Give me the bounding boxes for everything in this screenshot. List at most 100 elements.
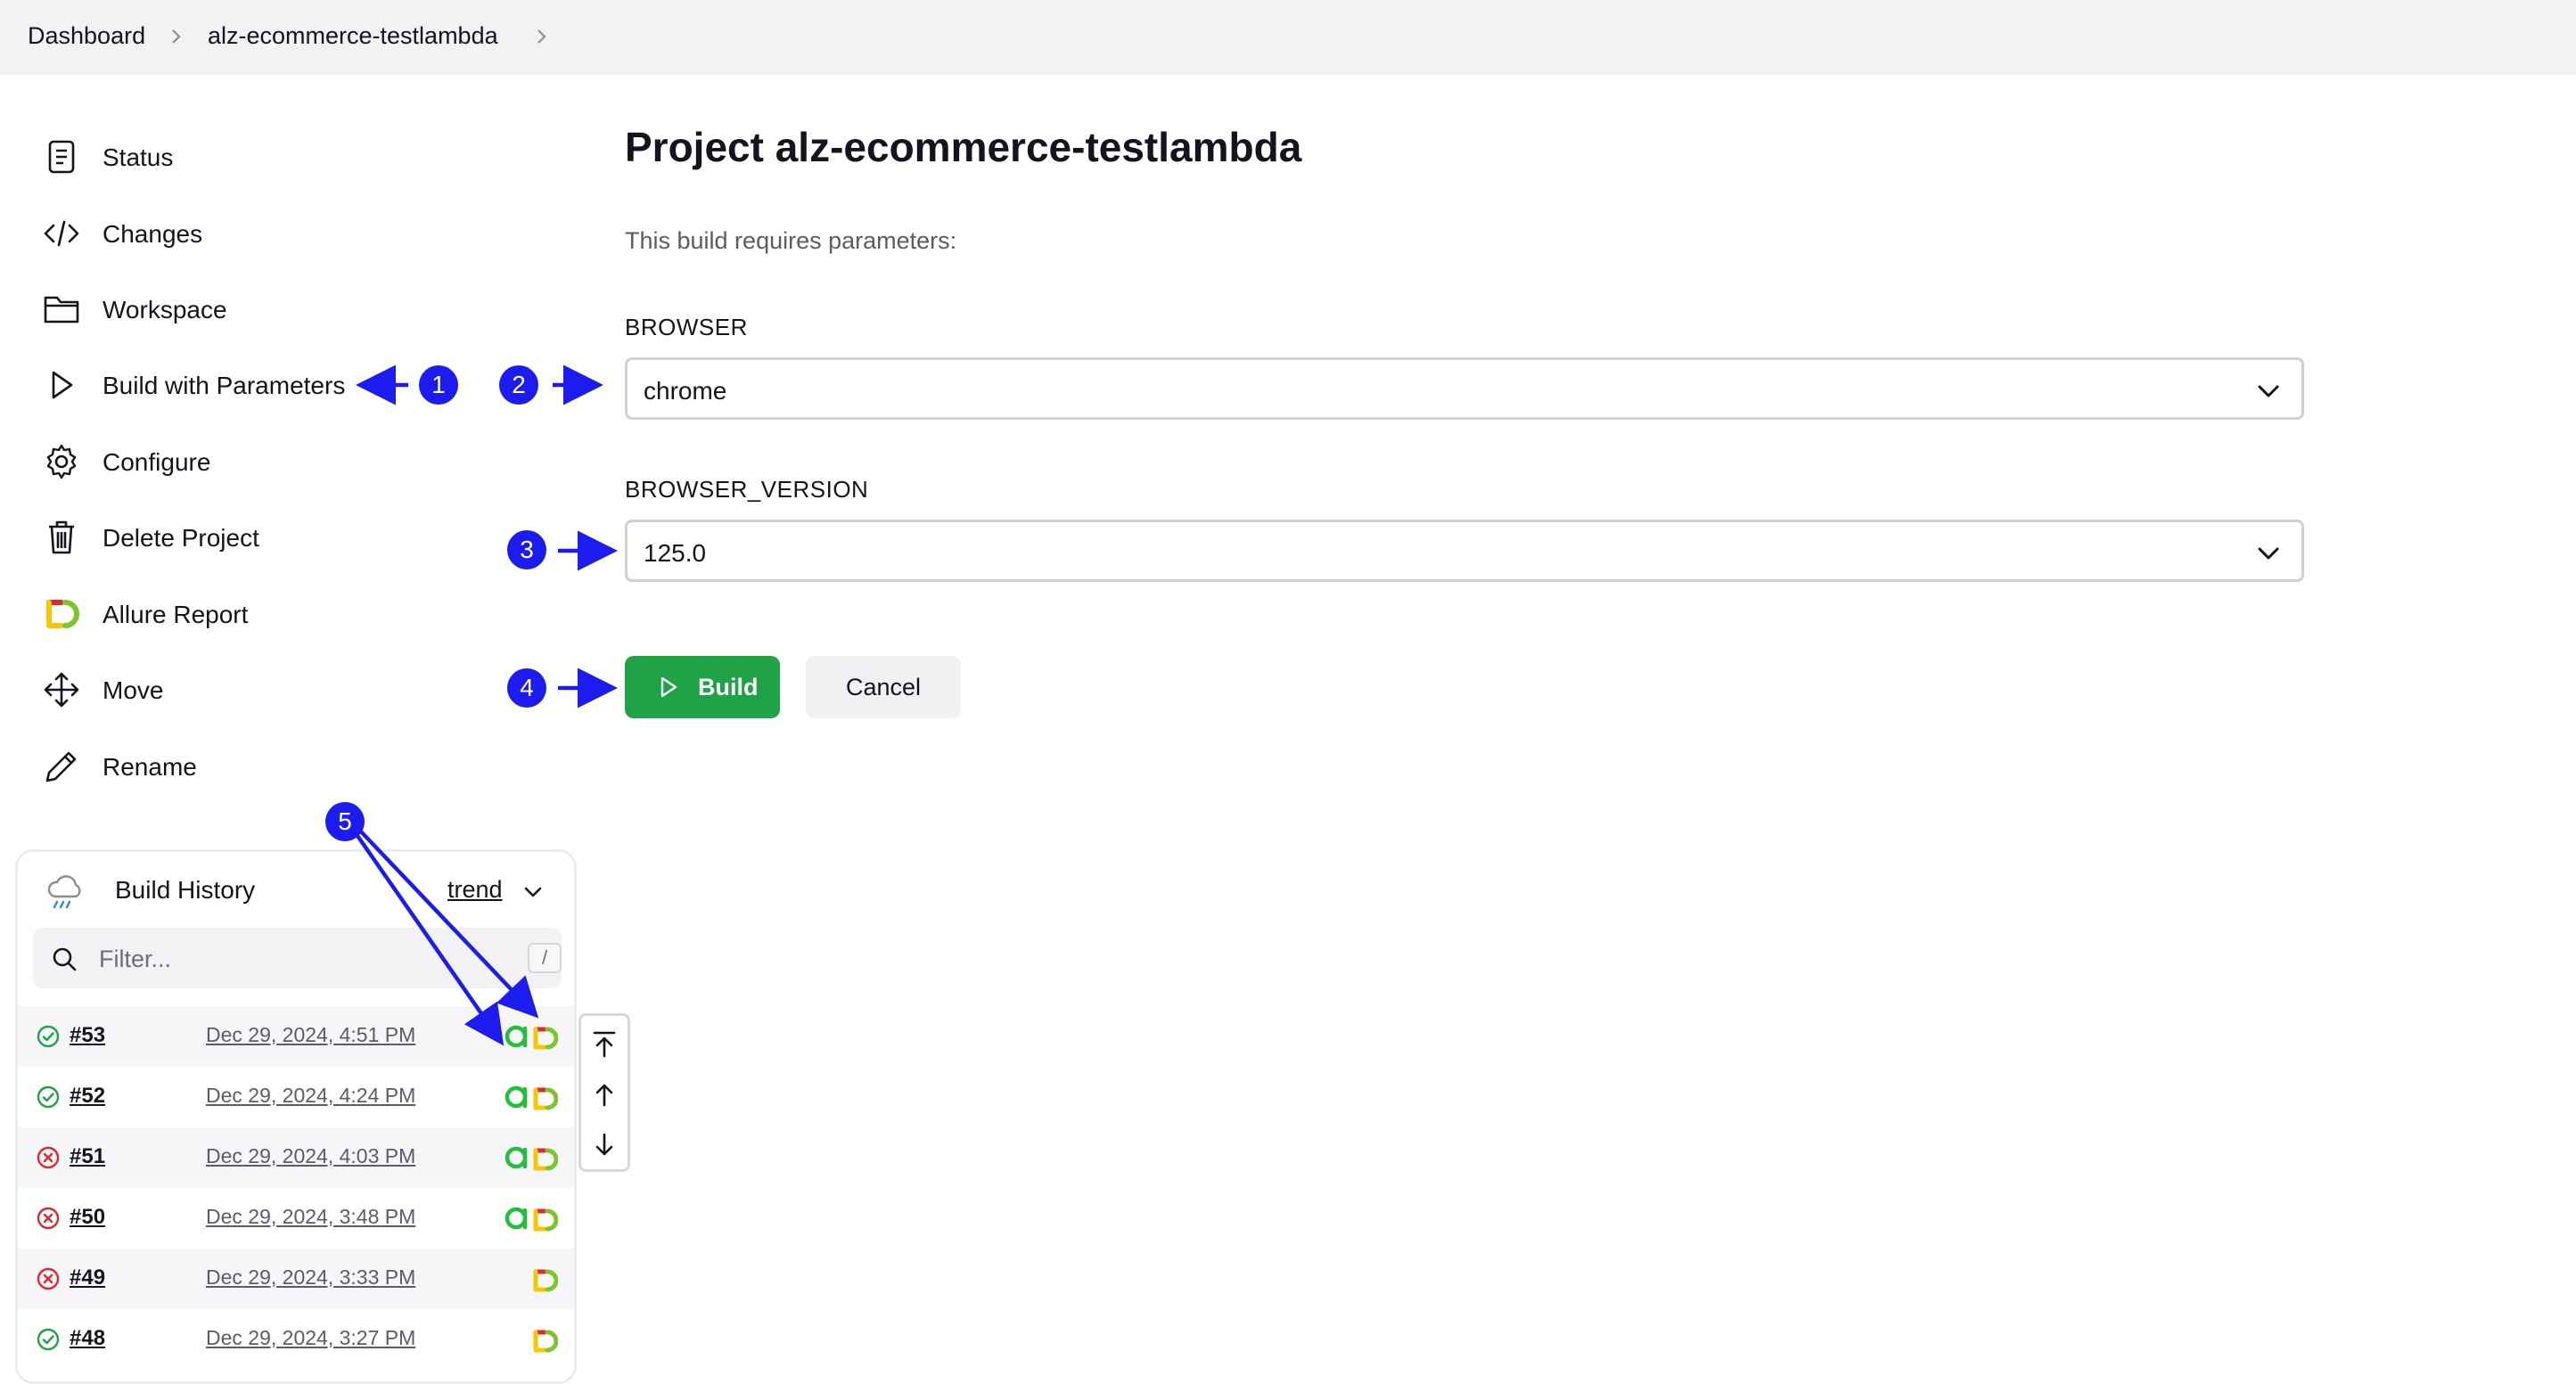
build-button[interactable]: Build bbox=[625, 656, 780, 718]
breadcrumb-project[interactable]: alz-ecommerce-testlambda bbox=[208, 22, 498, 50]
arrow-down-icon bbox=[595, 1133, 613, 1155]
move-icon bbox=[41, 669, 82, 710]
play-icon bbox=[660, 676, 677, 698]
build-date-link[interactable]: Dec 29, 2024, 4:03 PM bbox=[206, 1144, 415, 1168]
arrow-to-top-icon bbox=[593, 1031, 616, 1057]
agent-badge-icon[interactable] bbox=[505, 1205, 531, 1232]
build-history-row[interactable]: #51 Dec 29, 2024, 4:03 PM bbox=[18, 1127, 574, 1188]
sidebar-item-workspace[interactable]: Workspace bbox=[41, 284, 227, 334]
failure-x-icon bbox=[36, 1145, 61, 1170]
pencil-icon bbox=[41, 746, 82, 787]
chevron-down-icon bbox=[2258, 547, 2279, 560]
build-button-label: Build bbox=[698, 674, 759, 700]
failure-x-icon bbox=[36, 1206, 61, 1231]
play-icon bbox=[41, 364, 82, 405]
sidebar-item-allure-report[interactable]: Allure Report bbox=[41, 589, 248, 639]
sidebar-item-label: Rename bbox=[103, 753, 197, 781]
allure-report-icon[interactable] bbox=[531, 1207, 559, 1233]
build-number-link[interactable]: #51 bbox=[70, 1144, 105, 1169]
build-history-row[interactable]: #48 Dec 29, 2024, 3:27 PM bbox=[18, 1309, 574, 1370]
sidebar-item-label: Build with Parameters bbox=[103, 372, 346, 399]
sidebar-item-label: Workspace bbox=[103, 296, 227, 323]
param-label-browser-version: BROWSER_VERSION bbox=[625, 476, 869, 503]
sidebar-item-label: Delete Project bbox=[103, 524, 259, 552]
browser-select-value: chrome bbox=[644, 377, 727, 405]
agent-badge-icon[interactable] bbox=[505, 1144, 531, 1171]
scroll-to-top-button[interactable] bbox=[581, 1018, 628, 1069]
build-history-row[interactable]: #52 Dec 29, 2024, 4:24 PM bbox=[18, 1067, 574, 1127]
success-check-icon bbox=[36, 1085, 61, 1110]
sidebar-item-rename[interactable]: Rename bbox=[41, 741, 197, 791]
breadcrumb-bar: Dashboard alz-ecommerce-testlambda bbox=[0, 0, 2576, 75]
breadcrumb-dashboard[interactable]: Dashboard bbox=[28, 22, 145, 50]
status-icon bbox=[41, 136, 82, 177]
build-date-link[interactable]: Dec 29, 2024, 3:48 PM bbox=[206, 1205, 415, 1229]
chevron-down-icon[interactable] bbox=[522, 882, 544, 902]
build-date-link[interactable]: Dec 29, 2024, 3:33 PM bbox=[206, 1265, 415, 1290]
success-check-icon bbox=[36, 1024, 61, 1049]
gear-icon bbox=[41, 441, 82, 482]
filter-box: / bbox=[33, 928, 562, 988]
build-date-link[interactable]: Dec 29, 2024, 3:27 PM bbox=[206, 1326, 415, 1350]
build-number-link[interactable]: #50 bbox=[70, 1205, 105, 1230]
failure-x-icon bbox=[36, 1266, 61, 1291]
chevron-down-icon bbox=[2258, 385, 2279, 397]
allure-report-icon[interactable] bbox=[531, 1085, 559, 1112]
agent-badge-icon[interactable] bbox=[505, 1023, 531, 1050]
filter-input[interactable] bbox=[97, 940, 475, 978]
rain-cloud-icon bbox=[47, 875, 81, 909]
chevron-right-icon bbox=[172, 29, 181, 44]
success-check-icon bbox=[36, 1327, 61, 1352]
sidebar-item-label: Move bbox=[103, 676, 164, 704]
annotation-badge: 3 bbox=[507, 530, 546, 569]
sidebar-item-delete-project[interactable]: Delete Project bbox=[41, 512, 259, 562]
sidebar-item-build-with-parameters[interactable]: Build with Parameters bbox=[41, 360, 345, 410]
allure-report-icon[interactable] bbox=[531, 1025, 559, 1052]
build-history-panel: Build History trend / #53 Dec 29, 2024, 4… bbox=[15, 849, 577, 1384]
build-history-row[interactable]: #50 Dec 29, 2024, 3:48 PM bbox=[18, 1188, 574, 1249]
allure-icon bbox=[41, 594, 82, 635]
sidebar-item-status[interactable]: Status bbox=[41, 132, 173, 182]
scroll-up-button[interactable] bbox=[581, 1069, 628, 1119]
code-icon bbox=[41, 213, 82, 254]
annotation-badge: 1 bbox=[419, 365, 458, 405]
chevron-right-icon bbox=[537, 29, 546, 44]
arrow-up-icon bbox=[595, 1084, 613, 1106]
sidebar-item-move[interactable]: Move bbox=[41, 665, 163, 715]
page-title: Project alz-ecommerce-testlambda bbox=[625, 124, 1302, 170]
annotation-badge: 4 bbox=[507, 668, 546, 708]
parameters-description: This build requires parameters: bbox=[625, 227, 957, 254]
build-date-link[interactable]: Dec 29, 2024, 4:24 PM bbox=[206, 1084, 415, 1108]
allure-report-icon[interactable] bbox=[531, 1328, 559, 1355]
cancel-button-label: Cancel bbox=[845, 674, 922, 700]
sidebar-item-label: Changes bbox=[103, 220, 203, 248]
scroll-down-button[interactable] bbox=[581, 1119, 628, 1170]
annotation-badge: 5 bbox=[325, 802, 365, 841]
build-number-link[interactable]: #49 bbox=[70, 1265, 105, 1290]
allure-report-icon[interactable] bbox=[531, 1267, 559, 1294]
sidebar-item-configure[interactable]: Configure bbox=[41, 437, 210, 487]
allure-report-icon[interactable] bbox=[531, 1146, 559, 1173]
folder-icon bbox=[41, 289, 82, 330]
filter-shortcut-key: / bbox=[528, 943, 562, 973]
browser-select[interactable]: chrome bbox=[625, 357, 2304, 420]
trash-icon bbox=[41, 517, 82, 558]
scroll-controls bbox=[578, 1013, 630, 1172]
cancel-button[interactable]: Cancel bbox=[806, 656, 961, 718]
build-history-title: Build History bbox=[115, 876, 256, 904]
sidebar-item-changes[interactable]: Changes bbox=[41, 209, 202, 258]
search-icon bbox=[53, 947, 77, 971]
build-history-row[interactable]: #49 Dec 29, 2024, 3:33 PM bbox=[18, 1249, 574, 1309]
build-history-row[interactable]: #53 Dec 29, 2024, 4:51 PM bbox=[18, 1006, 574, 1067]
annotation-badge: 2 bbox=[499, 365, 538, 405]
trend-link[interactable]: trend bbox=[447, 876, 503, 904]
build-number-link[interactable]: #53 bbox=[70, 1023, 105, 1048]
browser-version-select[interactable]: 125.0 bbox=[625, 520, 2304, 582]
agent-badge-icon[interactable] bbox=[505, 1084, 531, 1110]
build-number-link[interactable]: #48 bbox=[70, 1326, 105, 1351]
browser-version-select-value: 125.0 bbox=[644, 539, 707, 567]
param-label-browser: BROWSER bbox=[625, 314, 748, 340]
build-date-link[interactable]: Dec 29, 2024, 4:51 PM bbox=[206, 1023, 415, 1047]
build-number-link[interactable]: #52 bbox=[70, 1084, 105, 1109]
sidebar-item-label: Allure Report bbox=[103, 601, 249, 628]
